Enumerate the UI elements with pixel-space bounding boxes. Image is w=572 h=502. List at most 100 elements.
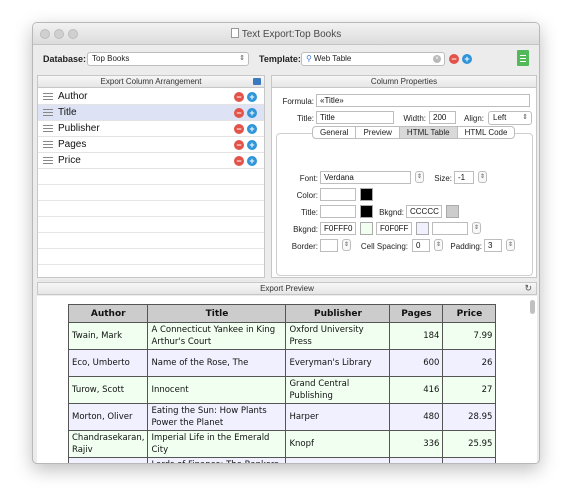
title-row-label: Title: — [300, 208, 318, 217]
table-row: Chandrasekaran, Rajiv Imperial Life in th… — [67, 430, 497, 458]
font-label: Font: — [299, 174, 318, 183]
column-row-price[interactable]: Price − + — [38, 153, 264, 169]
size-field[interactable]: -1 — [454, 171, 474, 184]
table-cell: 600 — [389, 349, 444, 377]
tab-general[interactable]: General — [313, 127, 357, 138]
row-bkgnd-label: Bkgnd: — [293, 225, 318, 234]
preview-scrollbar[interactable] — [530, 300, 535, 314]
padding-field[interactable]: 3 — [484, 239, 502, 252]
width-field[interactable]: 200 — [429, 111, 456, 124]
table-row: Eco, Umberto Name of the Rose, The Everyma… — [67, 349, 497, 377]
column-arrangement-header: Export Column Arrangement — [38, 76, 264, 88]
column-properties-header: Column Properties — [272, 76, 536, 88]
empty-row — [38, 201, 264, 217]
add-column-button[interactable]: + — [247, 140, 257, 150]
remove-column-button[interactable]: − — [234, 92, 244, 102]
table-cell: 25.95 — [442, 430, 497, 458]
drag-handle-icon[interactable] — [43, 141, 53, 149]
column-name: Pages — [58, 139, 87, 150]
column-row-publisher[interactable]: Publisher − + — [38, 121, 264, 137]
select-arrows-icon: ⇕ — [522, 114, 528, 121]
add-column-button[interactable]: + — [247, 124, 257, 134]
preview-header-cell: Title — [147, 304, 287, 323]
table-cell: Twain, Mark — [67, 322, 149, 350]
table-cell: Imperial Life in the Emerald City — [147, 430, 287, 458]
tab-preview[interactable]: Preview — [356, 127, 400, 138]
table-row: Turow, Scott Innocent Grand Central Publis… — [67, 376, 497, 404]
refresh-icon[interactable]: ↻ — [524, 283, 532, 294]
width-label: Width: — [403, 114, 426, 123]
column-name: Title — [58, 107, 77, 118]
align-select[interactable]: Left ⇕ — [488, 111, 532, 125]
cell-spacing-stepper[interactable]: ⇕ — [434, 239, 443, 251]
table-row: Morton, Oliver Eating the Sun: How Plants… — [67, 403, 497, 431]
table-cell: 184 — [389, 322, 444, 350]
column-row-pages[interactable]: Pages − + — [38, 137, 264, 153]
bkgnd-field[interactable]: CCCCC — [406, 205, 442, 218]
column-name: Publisher — [58, 123, 100, 134]
document-icon — [230, 28, 239, 38]
table-cell: Name of the Rose, The — [147, 349, 287, 377]
export-preview-area[interactable]: Author Title Publisher Pages Price Twain, Ma… — [37, 296, 537, 463]
drag-handle-icon[interactable] — [43, 93, 53, 101]
drag-handle-icon[interactable] — [43, 157, 53, 165]
remove-column-button[interactable]: − — [234, 108, 244, 118]
tab-html-table[interactable]: HTML Table — [399, 127, 458, 138]
table-cell: Grand Central Publishing — [285, 376, 391, 404]
template-search-field[interactable]: ⚲ Web Table × — [301, 52, 445, 66]
table-cell — [389, 457, 444, 463]
clipboard-icon[interactable] — [253, 78, 261, 85]
title-color-swatch[interactable] — [360, 205, 373, 218]
column-row-title[interactable]: Title − + — [38, 105, 264, 121]
database-select[interactable]: Top Books ⇕ — [87, 52, 249, 66]
row-bkgnd-field-1[interactable]: F0FFF0 — [320, 222, 356, 235]
table-cell: Innocent — [147, 376, 287, 404]
row-bkgnd-swatch-1[interactable] — [360, 222, 373, 235]
row-bkgnd-stepper[interactable]: ⇕ — [472, 222, 481, 234]
border-stepper[interactable]: ⇕ — [342, 239, 351, 251]
table-cell — [442, 457, 497, 463]
cell-spacing-field[interactable]: 0 — [412, 239, 430, 252]
row-bkgnd-field-3[interactable] — [432, 222, 468, 235]
drag-handle-icon[interactable] — [43, 125, 53, 133]
table-cell — [285, 457, 391, 463]
database-label: Database: — [43, 54, 87, 64]
column-row-author[interactable]: Author − + — [38, 89, 264, 105]
tab-html-code[interactable]: HTML Code — [458, 127, 515, 138]
font-stepper[interactable]: ⇕ — [415, 171, 424, 183]
remove-template-button[interactable]: − — [449, 54, 459, 64]
remove-column-button[interactable]: − — [234, 140, 244, 150]
title-field[interactable]: Title — [316, 111, 394, 124]
export-window: Text Export:Top Books Database: Top Book… — [32, 22, 540, 464]
table-cell — [67, 457, 149, 463]
size-stepper[interactable]: ⇕ — [478, 171, 487, 183]
size-label: Size: — [434, 174, 452, 183]
remove-column-button[interactable]: − — [234, 124, 244, 134]
row-bkgnd-swatch-2[interactable] — [416, 222, 429, 235]
add-column-button[interactable]: + — [247, 156, 257, 166]
color-field[interactable] — [320, 188, 356, 201]
add-column-button[interactable]: + — [247, 92, 257, 102]
font-field[interactable]: Verdana — [320, 171, 411, 184]
color-swatch[interactable] — [360, 188, 373, 201]
template-label: Template: — [259, 54, 301, 64]
bkgnd-swatch[interactable] — [446, 205, 459, 218]
remove-column-button[interactable]: − — [234, 156, 244, 166]
window-title: Text Export:Top Books — [33, 28, 539, 40]
padding-stepper[interactable]: ⇕ — [506, 239, 515, 251]
formula-field[interactable]: «Title» — [316, 94, 530, 107]
table-cell: 26 — [442, 349, 497, 377]
table-cell: Eating the Sun: How Plants Power the Pla… — [147, 403, 287, 431]
table-cell: 416 — [389, 376, 444, 404]
border-field[interactable] — [320, 239, 338, 252]
bkgnd-label: Bkgnd: — [379, 208, 404, 217]
add-column-button[interactable]: + — [247, 108, 257, 118]
title-color-field[interactable] — [320, 205, 356, 218]
table-row: Lords of Finance: The Bankers — [67, 457, 497, 463]
add-template-button[interactable]: + — [462, 54, 472, 64]
border-label: Border: — [291, 242, 318, 251]
row-bkgnd-field-2[interactable]: F0F0FF — [376, 222, 412, 235]
export-document-icon[interactable] — [517, 50, 529, 66]
drag-handle-icon[interactable] — [43, 109, 53, 117]
clear-icon[interactable]: × — [433, 55, 441, 63]
